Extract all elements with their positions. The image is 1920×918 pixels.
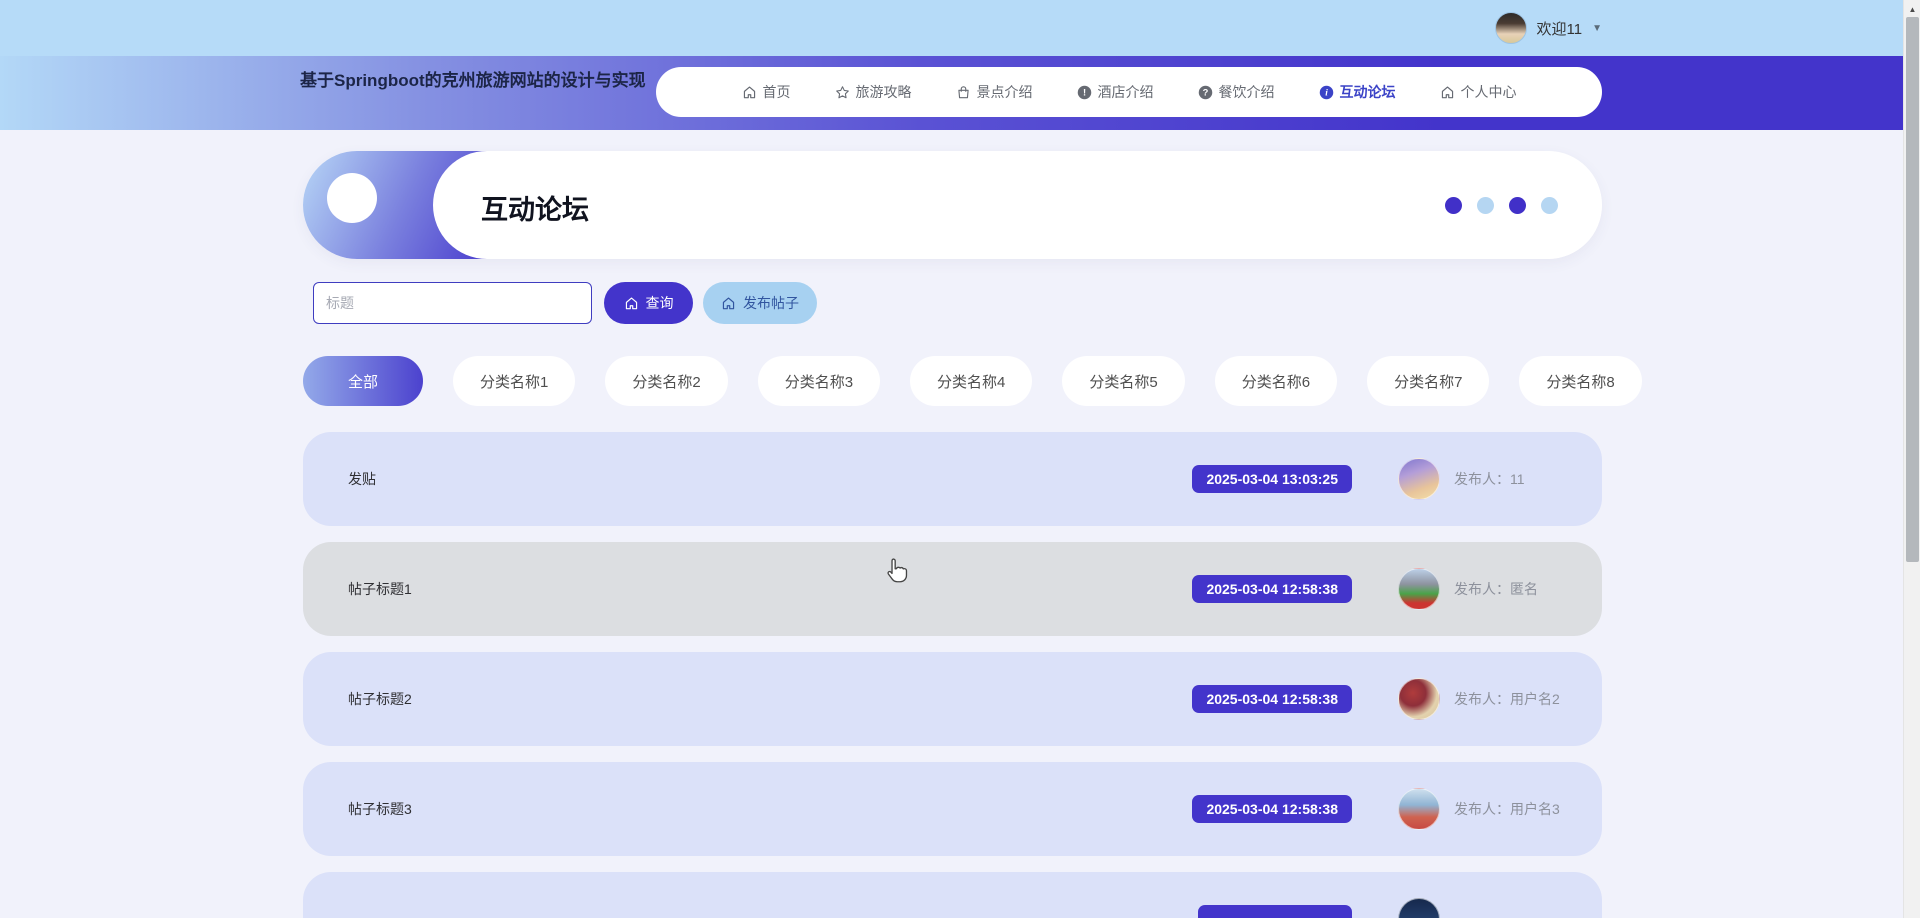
nav-item-home[interactable]: 首页 (742, 82, 791, 102)
post-row[interactable]: 帖子标题1 2025-03-04 12:58:38 发布人：匿名 (303, 542, 1602, 636)
post-date-badge: 2025-03-04 13:03:25 (1192, 465, 1352, 493)
title-search-input[interactable] (313, 282, 592, 324)
svg-text:i: i (1325, 88, 1328, 98)
nav-item-label: 首页 (763, 82, 791, 102)
post-row[interactable] (303, 872, 1602, 918)
welcome-text: 欢迎11 (1537, 18, 1583, 39)
post-date-badge: 2025-03-04 12:58:38 (1192, 795, 1352, 823)
scrollbar-thumb[interactable] (1906, 17, 1919, 562)
dot-lightblue (1541, 197, 1558, 214)
post-avatar (1398, 898, 1440, 918)
category-tab-7[interactable]: 分类名称7 (1367, 356, 1489, 406)
post-date-badge: 2025-03-04 12:58:38 (1192, 575, 1352, 603)
post-publisher: 发布人：匿名 (1454, 579, 1564, 599)
post-title: 帖子标题2 (348, 689, 1192, 709)
category-tab-6[interactable]: 分类名称6 (1215, 356, 1337, 406)
nav-item-travel-guide[interactable]: 旅游攻略 (835, 82, 912, 102)
publish-post-button[interactable]: 发布帖子 (703, 282, 817, 324)
category-tab-all[interactable]: 全部 (303, 356, 423, 406)
page-title: 互动论坛 (481, 188, 589, 227)
post-publisher: 发布人：用户名2 (1454, 689, 1564, 709)
scrollbar[interactable]: ▲ (1903, 0, 1920, 918)
category-tab-2[interactable]: 分类名称2 (605, 356, 727, 406)
site-title: 基于Springboot的克州旅游网站的设计与实现 (300, 68, 650, 94)
header-white-panel (433, 151, 1602, 259)
post-publisher: 发布人：用户名3 (1454, 799, 1564, 819)
category-tabs: 全部 分类名称1 分类名称2 分类名称3 分类名称4 分类名称5 分类名称6 分… (303, 356, 1642, 406)
home-icon (1440, 85, 1455, 100)
nav-item-label: 景点介绍 (977, 82, 1033, 102)
post-avatar (1398, 458, 1440, 500)
home-icon (742, 85, 757, 100)
exclamation-circle-icon: ! (1077, 85, 1092, 100)
post-row[interactable]: 帖子标题2 2025-03-04 12:58:38 发布人：用户名2 (303, 652, 1602, 746)
nav-item-hotels[interactable]: ! 酒店介绍 (1077, 82, 1154, 102)
category-tab-3[interactable]: 分类名称3 (758, 356, 880, 406)
nav-menu: 首页 旅游攻略 景点介绍 ! 酒店介绍 ? 餐饮介绍 i 互动论坛 个人中心 (656, 67, 1602, 117)
nav-item-label: 互动论坛 (1340, 82, 1396, 102)
header-dots (1445, 197, 1558, 214)
nav-item-label: 个人中心 (1461, 82, 1517, 102)
bag-icon (956, 85, 971, 100)
query-button-label: 查询 (646, 293, 674, 313)
category-tab-1[interactable]: 分类名称1 (453, 356, 575, 406)
svg-text:!: ! (1082, 87, 1085, 97)
user-avatar[interactable] (1495, 12, 1527, 44)
post-publisher: 发布人：11 (1454, 469, 1564, 489)
category-tab-4[interactable]: 分类名称4 (910, 356, 1032, 406)
question-circle-icon: ? (1198, 85, 1213, 100)
navbar: 基于Springboot的克州旅游网站的设计与实现 首页 旅游攻略 景点介绍 !… (0, 56, 1920, 130)
dot-lightblue (1477, 197, 1494, 214)
nav-item-label: 酒店介绍 (1098, 82, 1154, 102)
post-row[interactable]: 帖子标题3 2025-03-04 12:58:38 发布人：用户名3 (303, 762, 1602, 856)
post-avatar (1398, 678, 1440, 720)
publish-post-button-label: 发布帖子 (743, 293, 799, 313)
post-row[interactable]: 发贴 2025-03-04 13:03:25 发布人：11 (303, 432, 1602, 526)
home-icon (721, 296, 736, 311)
dot-indigo (1445, 197, 1462, 214)
star-icon (835, 85, 850, 100)
topbar: 欢迎11 ▼ (0, 0, 1920, 56)
query-button[interactable]: 查询 (604, 282, 693, 324)
dot-indigo (1509, 197, 1526, 214)
info-circle-icon: i (1319, 85, 1334, 100)
caret-down-icon: ▼ (1592, 23, 1602, 34)
forum-header-card: 互动论坛 (303, 151, 1602, 259)
post-title: 发贴 (348, 469, 1192, 489)
nav-item-attractions[interactable]: 景点介绍 (956, 82, 1033, 102)
nav-item-forum[interactable]: i 互动论坛 (1319, 82, 1396, 102)
post-date-badge (1198, 905, 1352, 918)
post-title: 帖子标题3 (348, 799, 1192, 819)
scrollbar-up-arrow-icon[interactable]: ▲ (1904, 2, 1920, 17)
post-title: 帖子标题1 (348, 579, 1192, 599)
category-tab-8[interactable]: 分类名称8 (1519, 356, 1641, 406)
header-circle-decoration (327, 173, 377, 223)
user-menu[interactable]: 欢迎11 ▼ (1495, 10, 1602, 46)
nav-item-label: 旅游攻略 (856, 82, 912, 102)
nav-item-dining[interactable]: ? 餐饮介绍 (1198, 82, 1275, 102)
post-date-badge: 2025-03-04 12:58:38 (1192, 685, 1352, 713)
home-icon (624, 296, 639, 311)
category-tab-5[interactable]: 分类名称5 (1062, 356, 1184, 406)
post-avatar (1398, 568, 1440, 610)
post-avatar (1398, 788, 1440, 830)
nav-item-personal-center[interactable]: 个人中心 (1440, 82, 1517, 102)
nav-item-label: 餐饮介绍 (1219, 82, 1275, 102)
svg-text:?: ? (1202, 87, 1208, 97)
